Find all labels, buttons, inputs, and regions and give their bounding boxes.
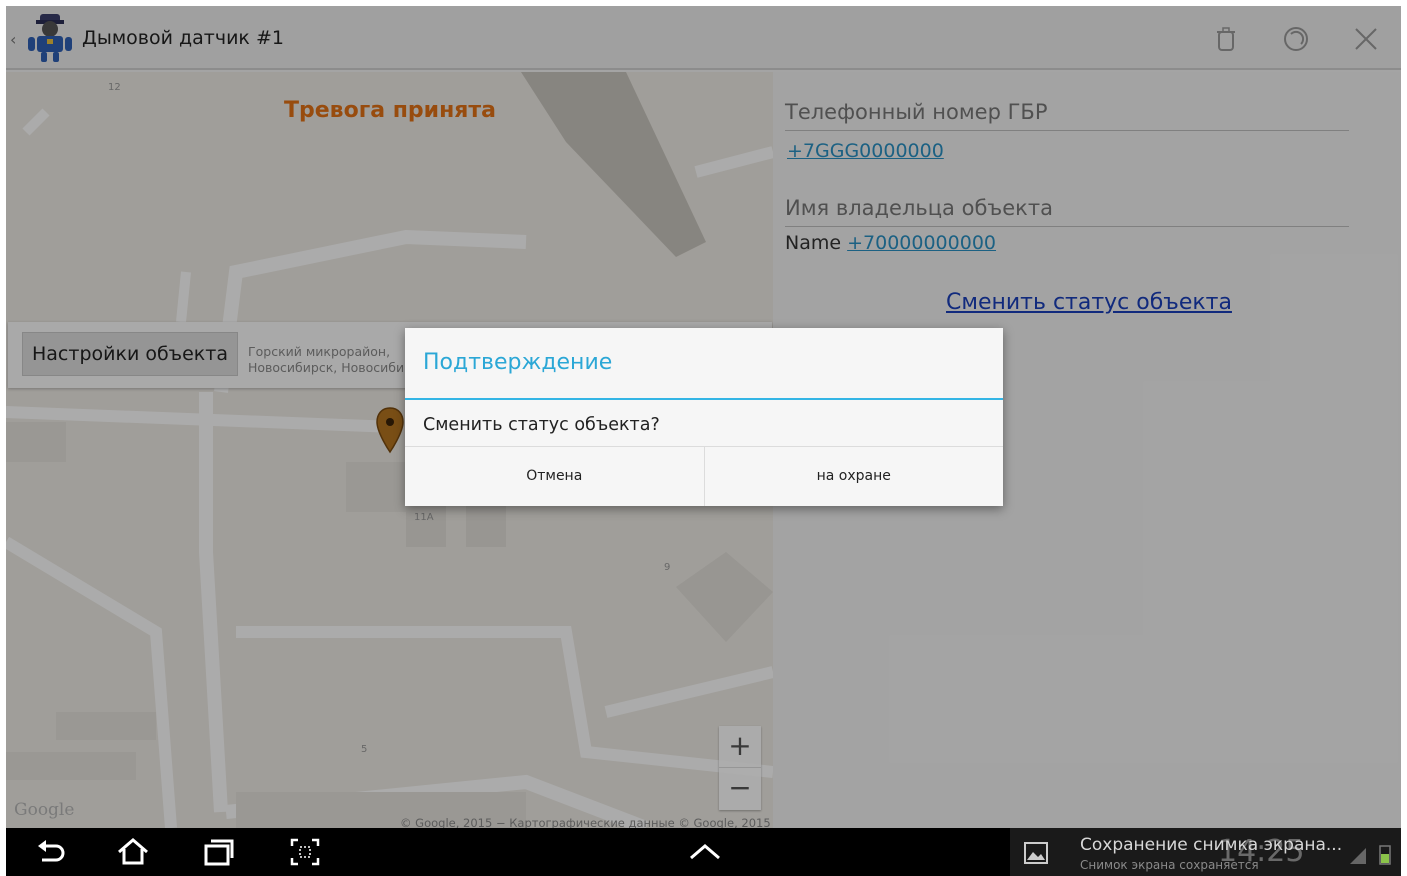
dialog-divider <box>405 398 1003 400</box>
notification-subtitle: Снимок экрана сохраняется <box>1080 858 1259 872</box>
confirmation-dialog: Подтверждение Сменить статус объекта? От… <box>405 328 1003 506</box>
screenshot-notification[interactable]: 14:25 Сохранение снимка экрана... Снимок… <box>1010 828 1401 876</box>
dialog-title: Подтверждение <box>423 350 613 375</box>
signal-battery-icon <box>1350 845 1391 865</box>
image-icon <box>1024 842 1048 864</box>
cancel-button[interactable]: Отмена <box>405 447 704 506</box>
dialog-buttons: Отмена на охране <box>405 446 1003 506</box>
screenshot-icon[interactable] <box>288 836 322 868</box>
notification-title: Сохранение снимка экрана... <box>1080 835 1343 855</box>
home-icon[interactable] <box>116 836 150 868</box>
dialog-message: Сменить статус объекта? <box>423 415 660 435</box>
system-navigation-bar: 14:25 Сохранение снимка экрана... Снимок… <box>6 828 1401 876</box>
back-icon[interactable] <box>34 836 68 868</box>
recent-apps-icon[interactable] <box>202 836 236 868</box>
confirm-guarded-button[interactable]: на охране <box>703 447 1004 506</box>
app-window: ‹ Дымовой датчик #1 12 11А 9 5 Тревога п… <box>6 6 1401 828</box>
chevron-up-icon[interactable] <box>688 836 722 868</box>
